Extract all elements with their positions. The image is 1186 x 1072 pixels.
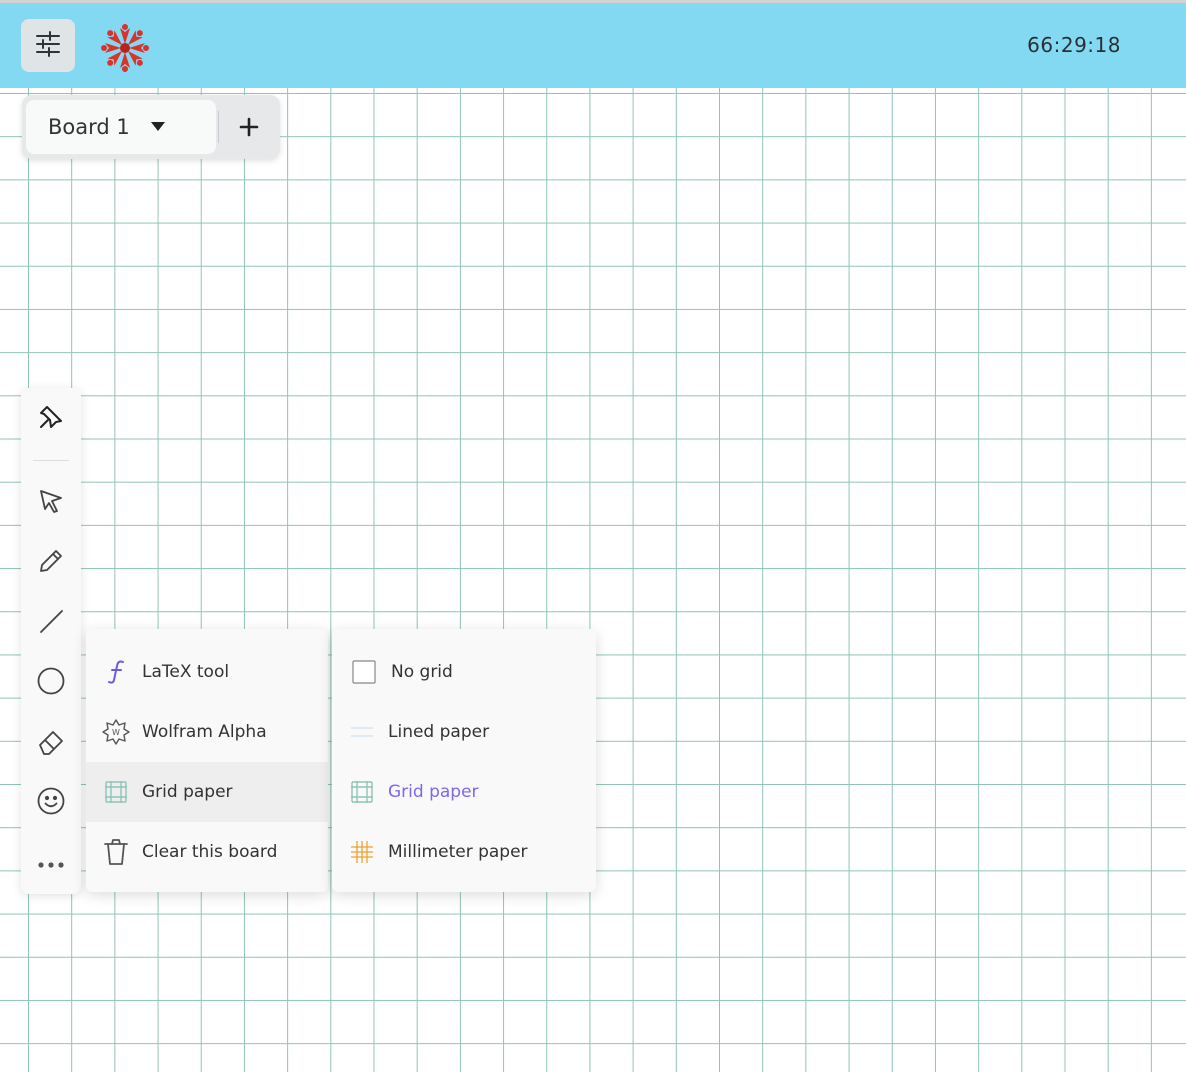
submenu-item-label: Lined paper bbox=[388, 722, 490, 742]
grid-icon bbox=[347, 777, 377, 807]
svg-text:W: W bbox=[112, 728, 120, 737]
more-tools-button[interactable] bbox=[21, 838, 81, 888]
menu-item-label: Grid paper bbox=[142, 782, 233, 802]
whiteboard-canvas[interactable] bbox=[0, 88, 1186, 1072]
board-selector[interactable]: Board 1 bbox=[26, 100, 216, 154]
more-tools-menu: LaTeX tool W Wolfram Alpha Grid paper Cl… bbox=[86, 629, 328, 892]
menu-item-grid-paper[interactable]: Grid paper bbox=[86, 762, 328, 822]
drawing-toolbar bbox=[21, 388, 81, 894]
add-board-button[interactable] bbox=[227, 105, 271, 149]
lines-icon bbox=[347, 717, 377, 747]
submenu-item-lined-paper[interactable]: Lined paper bbox=[332, 702, 596, 762]
submenu-item-label: No grid bbox=[391, 662, 453, 682]
submenu-item-no-grid[interactable]: No grid bbox=[332, 642, 596, 702]
submenu-item-grid-paper[interactable]: Grid paper bbox=[332, 762, 596, 822]
line-tool[interactable] bbox=[21, 598, 81, 648]
menu-item-label: LaTeX tool bbox=[142, 662, 230, 682]
smiley-icon bbox=[36, 786, 66, 820]
board-name: Board 1 bbox=[48, 115, 130, 139]
trash-icon bbox=[101, 837, 131, 867]
eraser-icon bbox=[36, 726, 66, 760]
emoji-tool[interactable] bbox=[21, 778, 81, 828]
grid-icon bbox=[101, 777, 131, 807]
caret-down-icon bbox=[151, 122, 165, 131]
pin-icon bbox=[37, 403, 65, 435]
pin-toolbar-button[interactable] bbox=[21, 394, 81, 444]
menu-item-latex[interactable]: LaTeX tool bbox=[86, 642, 328, 702]
millimeter-icon bbox=[347, 837, 377, 867]
circle-icon bbox=[36, 666, 66, 700]
menu-item-clear-board[interactable]: Clear this board bbox=[86, 822, 328, 882]
pen-tool[interactable] bbox=[21, 538, 81, 588]
top-bar: 66:29:18 bbox=[0, 0, 1186, 88]
board-tabs: Board 1 bbox=[22, 95, 280, 159]
snowflake-logo bbox=[98, 23, 152, 73]
grid-paper-submenu: No grid Lined paper Grid paper Millimete… bbox=[332, 629, 596, 892]
eraser-tool[interactable] bbox=[21, 718, 81, 768]
submenu-item-label: Grid paper bbox=[388, 782, 479, 802]
plus-icon bbox=[239, 111, 259, 144]
menu-item-label: Wolfram Alpha bbox=[142, 722, 267, 742]
divider bbox=[218, 111, 219, 143]
empty-box-icon bbox=[349, 657, 379, 687]
wolfram-icon: W bbox=[101, 717, 131, 747]
line-icon bbox=[37, 607, 65, 639]
circle-tool[interactable] bbox=[21, 658, 81, 708]
submenu-item-millimeter-paper[interactable]: Millimeter paper bbox=[332, 822, 596, 882]
menu-item-label: Clear this board bbox=[142, 842, 278, 862]
submenu-item-label: Millimeter paper bbox=[388, 842, 528, 862]
pencil-icon bbox=[37, 547, 65, 579]
select-tool[interactable] bbox=[21, 478, 81, 528]
latex-icon bbox=[102, 657, 132, 687]
sliders-icon bbox=[35, 30, 61, 61]
menu-item-wolfram[interactable]: W Wolfram Alpha bbox=[86, 702, 328, 762]
cursor-icon bbox=[37, 487, 65, 519]
settings-button[interactable] bbox=[21, 19, 75, 72]
session-timer: 66:29:18 bbox=[1027, 33, 1121, 57]
more-icon bbox=[37, 854, 65, 873]
toolbar-divider bbox=[33, 460, 69, 461]
